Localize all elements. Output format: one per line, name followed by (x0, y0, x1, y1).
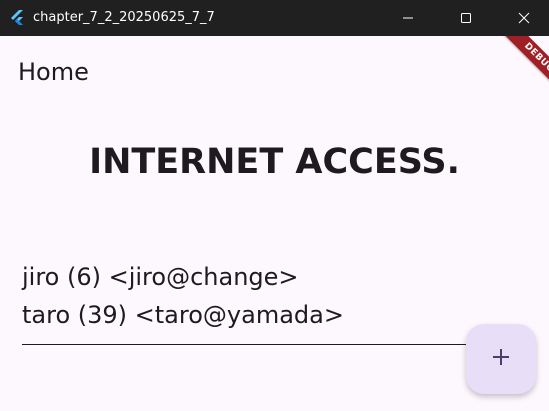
list-item: taro (39) <taro@yamada> (22, 301, 344, 329)
window-titlebar: chapter_7_2_20250625_7_7 (0, 0, 549, 36)
close-button[interactable] (501, 0, 547, 36)
close-icon (518, 12, 530, 24)
page-heading: INTERNET ACCESS. (89, 142, 460, 182)
minimize-button[interactable] (385, 0, 431, 36)
list-divider (22, 344, 468, 345)
maximize-button[interactable] (443, 0, 489, 36)
add-button[interactable] (466, 324, 536, 394)
flutter-logo-icon (8, 9, 26, 27)
debug-label: DEBUG (500, 36, 549, 97)
minimize-icon (402, 12, 414, 24)
user-list: jiro (6) <jiro@change> taro (39) <taro@y… (22, 258, 468, 334)
add-icon (491, 347, 511, 371)
debug-banner: DEBUG (485, 36, 549, 100)
window-title: chapter_7_2_20250625_7_7 (33, 10, 215, 25)
list-item: jiro (6) <jiro@change> (22, 263, 299, 291)
maximize-icon (460, 12, 472, 24)
appbar-title: Home (18, 58, 89, 86)
